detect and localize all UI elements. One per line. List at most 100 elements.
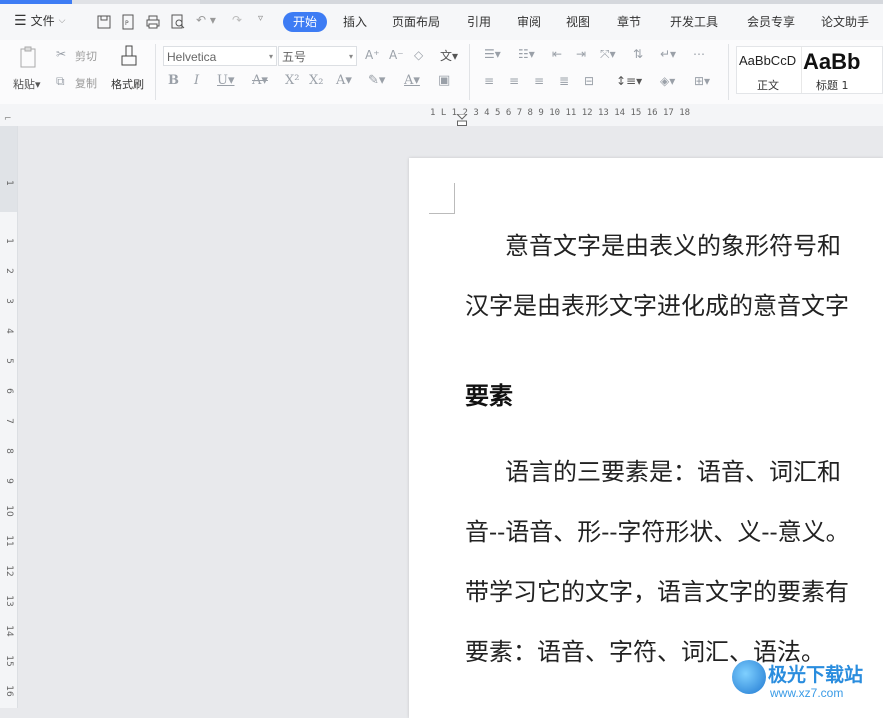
chevron-down-icon: ⌵ — [58, 15, 66, 26]
ruler-number: 1 — [4, 180, 14, 186]
show-marks-icon[interactable]: ⋯ — [693, 47, 705, 61]
subscript-icon[interactable]: X₂ — [309, 73, 323, 88]
export-pdf-icon[interactable]: P — [120, 14, 136, 30]
tab-member[interactable]: 会员专享 — [747, 13, 795, 30]
format-painter-button[interactable]: 格式刷 — [111, 76, 144, 92]
section-heading[interactable]: 要素 — [465, 376, 513, 411]
print-preview-icon[interactable] — [170, 14, 186, 30]
redo-icon[interactable]: ↷ — [232, 13, 242, 27]
file-menu-button[interactable]: ☰ 文件 ⌵ — [14, 12, 65, 29]
chevron-down-icon: ▾ — [348, 52, 353, 61]
numbering-icon[interactable]: ☷▾ — [518, 47, 535, 61]
hamburger-icon: ☰ — [14, 12, 27, 29]
paste-icon[interactable] — [18, 46, 40, 70]
justify-icon[interactable]: ≣ — [559, 74, 569, 88]
undo-icon[interactable]: ↶ ▾ — [196, 13, 216, 27]
style-gallery: AaBbCcD 正文 AaBb 标题 1 — [736, 46, 883, 94]
divider — [728, 44, 729, 100]
ruler-number: 8 — [4, 448, 14, 454]
font-size-select[interactable]: 五号 ▾ — [278, 46, 357, 66]
ruler-number: 16 — [4, 685, 14, 697]
ruler-margin-shade — [0, 126, 17, 212]
horizontal-ruler[interactable]: ⌐ 1 L 1 2 3 4 5 6 7 8 9 10 11 12 13 14 1… — [0, 104, 883, 126]
font-name-select[interactable]: Helvetica ▾ — [163, 46, 277, 66]
save-icon[interactable] — [96, 14, 112, 30]
sort-icon[interactable]: ⇅ — [633, 47, 643, 61]
tab-references[interactable]: 引用 — [467, 13, 491, 30]
strikethrough-icon[interactable]: A▾ — [252, 73, 268, 88]
paragraph-line[interactable]: 意音文字是由表义的象形符号和 — [505, 226, 841, 261]
character-border-icon[interactable]: ▣ — [438, 73, 450, 88]
paste-button[interactable]: 粘贴▾ — [13, 76, 41, 92]
tab-developer[interactable]: 开发工具 — [670, 13, 718, 30]
indent-marker-icon[interactable] — [457, 114, 467, 126]
borders-icon[interactable]: ⊞▾ — [694, 74, 710, 88]
ruler-number: 1 — [4, 238, 14, 244]
align-left-icon[interactable]: ≡ — [484, 74, 494, 88]
font-name-value: Helvetica — [167, 50, 217, 64]
highlight-icon[interactable]: ✎▾ — [368, 73, 385, 88]
increase-indent-icon[interactable]: ⇥ — [576, 47, 586, 61]
watermark-logo-icon — [732, 660, 766, 694]
copy-icon[interactable]: ⧉ — [56, 74, 65, 89]
file-menu-label: 文件 — [30, 14, 55, 28]
ruler-number: 10 — [4, 505, 14, 517]
document-page[interactable]: 意音文字是由表义的象形符号和 汉字是由表形文字进化成的意音文字 要素 语言的三要… — [409, 158, 883, 718]
underline-icon[interactable]: U▾ — [217, 73, 234, 88]
ruler-number: 14 — [4, 625, 14, 637]
cut-icon[interactable]: ✂ — [56, 47, 66, 61]
style-heading1[interactable]: AaBb 标题 1 — [801, 47, 882, 93]
increase-font-icon[interactable]: A⁺ — [365, 48, 380, 62]
ruler-number: 11 — [4, 535, 14, 547]
cut-button[interactable]: 剪切 — [75, 48, 97, 64]
paragraph-line[interactable]: 汉字是由表形文字进化成的意音文字 — [465, 286, 849, 321]
style-normal-label: 正文 — [757, 79, 779, 92]
tab-page-layout[interactable]: 页面布局 — [392, 13, 440, 30]
clear-format-icon[interactable]: ◇ — [414, 48, 423, 62]
menu-bar: ☰ 文件 ⌵ P ↶ ▾ ↷ ▿ 开始 插入 页面布局 引用 审阅 视图 章节 … — [0, 4, 883, 40]
style-normal[interactable]: AaBbCcD 正文 — [737, 47, 802, 93]
ruler-number: 3 — [4, 298, 14, 304]
tab-thesis-assistant[interactable]: 论文助手 — [821, 13, 869, 30]
chinese-layout-icon[interactable]: ⤧▾ — [600, 47, 616, 62]
ruler-number: 9 — [4, 478, 14, 484]
paragraph-line[interactable]: 语言的三要素是：语音、词汇和 — [505, 452, 841, 487]
copy-button[interactable]: 复制 — [75, 75, 97, 91]
line-spacing-icon[interactable]: ↕≡▾ — [616, 74, 642, 88]
decrease-font-icon[interactable]: A⁻ — [389, 48, 404, 62]
distributed-icon[interactable]: ⊟ — [584, 74, 594, 88]
shading-icon[interactable]: ◈▾ — [660, 74, 675, 88]
tab-home[interactable]: 开始 — [283, 12, 327, 32]
decrease-indent-icon[interactable]: ⇤ — [552, 47, 562, 61]
chevron-down-icon: ▾ — [268, 52, 273, 61]
margin-corner-mark — [429, 183, 455, 214]
bullets-icon[interactable]: ☰▾ — [484, 47, 501, 61]
divider — [469, 44, 470, 100]
tab-chapter[interactable]: 章节 — [617, 13, 641, 30]
ruler-number: 4 — [4, 328, 14, 334]
superscript-icon[interactable]: X² — [285, 73, 299, 88]
tab-review[interactable]: 审阅 — [517, 13, 541, 30]
tab-view[interactable]: 视图 — [566, 13, 590, 30]
align-right-icon[interactable]: ≡ — [534, 74, 544, 88]
phonetic-guide-icon[interactable]: 文▾ — [440, 47, 458, 64]
font-color-icon[interactable]: A▾ — [404, 73, 420, 88]
italic-icon[interactable]: I — [194, 73, 199, 88]
tab-insert[interactable]: 插入 — [343, 13, 367, 30]
bold-icon[interactable]: B — [168, 73, 179, 88]
line-break-icon[interactable]: ↵▾ — [660, 47, 676, 61]
style-heading1-label: 标题 1 — [816, 79, 849, 92]
paragraph-line[interactable]: 带学习它的文字，语言文字的要素有 — [465, 572, 849, 607]
format-painter-icon[interactable] — [118, 45, 140, 71]
ruler-ticks: 1 L 1 2 3 4 5 6 7 8 9 10 11 12 13 14 15 … — [430, 108, 691, 118]
ruler-number: 13 — [4, 595, 14, 607]
vertical-ruler[interactable]: 1 1 2 3 4 5 6 7 8 9 10 11 12 13 14 15 16 — [0, 126, 18, 708]
print-icon[interactable] — [145, 14, 161, 30]
paragraph-line[interactable]: 音--语音、形--字符形状、义--意义。 — [465, 512, 850, 547]
customize-quick-access-icon[interactable]: ▿ — [258, 13, 263, 24]
site-watermark: 极光下载站 www.xz7.com — [732, 656, 882, 706]
svg-text:P: P — [125, 20, 129, 27]
align-center-icon[interactable]: ≡ — [509, 74, 519, 88]
text-effect-icon[interactable]: A▾ — [336, 73, 352, 88]
ruler-number: 6 — [4, 388, 14, 394]
